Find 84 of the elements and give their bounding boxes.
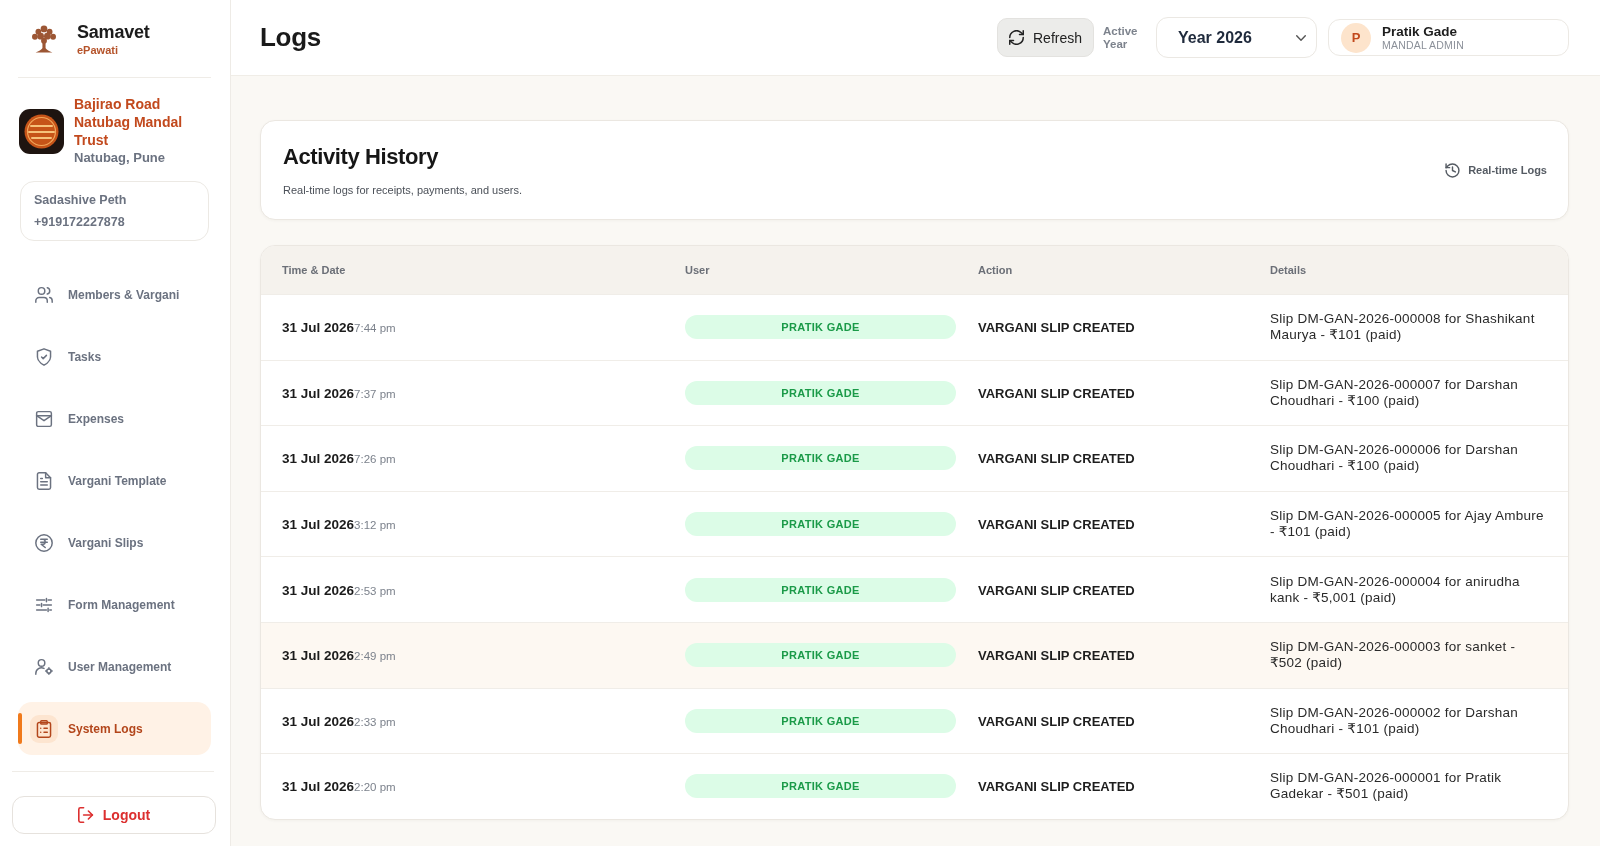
user-tag: PRATIK GADE (685, 380, 956, 405)
details-cell-text: Slip DM-GAN-2026-000007 for Darshan Choudhari - ₹100 (paid) (1270, 376, 1520, 409)
date-text: 31 Jul 2026 (282, 517, 355, 533)
date-text: 31 Jul 2026 (282, 451, 355, 467)
time-text: 7:37 pm (354, 387, 396, 400)
org-location: Natubag, Pune (74, 149, 166, 167)
action-cell: VARGANI SLIP CREATED (978, 320, 1135, 336)
action-cell: VARGANI SLIP CREATED (978, 582, 1135, 598)
user-avatar: P (1341, 22, 1371, 53)
action-cell: VARGANI SLIP CREATED (978, 451, 1135, 467)
column-header: Action (977, 264, 1014, 276)
year-select[interactable]: Year 2026 (1156, 17, 1317, 58)
realtime-logs-label: Real-time Logs (1468, 164, 1547, 176)
sliders-icon (35, 595, 53, 614)
nav-item[interactable]: Members & Vargani (18, 268, 211, 321)
time-text: 2:33 pm (354, 715, 396, 728)
nav-item[interactable]: Form Management (18, 578, 211, 631)
nav-item[interactable]: Vargani Slips (18, 516, 211, 569)
user-gear-icon (35, 657, 53, 676)
details-cell-text: Slip DM-GAN-2026-000006 for Darshan Choudhari - ₹100 (paid) (1270, 442, 1520, 475)
user-name: Pratik Gade (1382, 23, 1459, 39)
time-text: 7:44 pm (354, 322, 396, 335)
refresh-button[interactable]: Refresh (997, 18, 1094, 57)
user-menu[interactable]: P Pratik Gade MANDAL ADMIN (1328, 19, 1569, 56)
nav-item[interactable]: System Logs (18, 702, 211, 755)
details-cell-text: Slip DM-GAN-2026-000008 for Shashikant Maurya - ₹101 (paid) (1270, 311, 1536, 344)
details-cell-text: Slip DM-GAN-2026-000004 for anirudha kank - ₹5,001 (paid) (1270, 573, 1521, 606)
nav-item[interactable]: Tasks (18, 330, 211, 383)
document-icon (35, 471, 53, 490)
tray-icon (35, 409, 53, 428)
brand-name: Samavet (77, 21, 150, 43)
contact-phone: +919172227878 (34, 214, 126, 231)
action-cell: VARGANI SLIP CREATED (978, 385, 1135, 401)
date-text: 31 Jul 2026 (282, 713, 355, 729)
shield-check-icon (35, 347, 53, 366)
contact-area: Sadashive Peth (34, 189, 195, 211)
time-text: 2:49 pm (354, 650, 396, 663)
user-tag: PRATIK GADE (685, 315, 956, 340)
section-subtitle: Real-time logs for receipts, payments, and users. (283, 182, 523, 197)
action-cell: VARGANI SLIP CREATED (978, 648, 1135, 664)
users-icon (35, 285, 53, 304)
date-text: 31 Jul 2026 (282, 582, 355, 598)
column-header: Details (1269, 264, 1308, 276)
date-text: 31 Jul 2026 (282, 779, 355, 795)
date-text: 31 Jul 2026 (282, 648, 355, 664)
details-cell-text: Slip DM-GAN-2026-000005 for Ajay Ambure - ₹101 (paid) (1270, 508, 1545, 541)
user-tag: PRATIK GADE (685, 643, 956, 668)
column-header: Time & Date (281, 264, 347, 276)
brand-tagline: ePawati (77, 43, 119, 57)
time-text: 2:53 pm (354, 584, 396, 597)
user-tag: PRATIK GADE (685, 708, 956, 733)
org-name: Bajirao Road Natubag Mandal Trust (74, 95, 184, 149)
active-year-label: Active Year (1103, 24, 1139, 51)
section-title: Activity History (283, 143, 438, 170)
org-logo (19, 108, 64, 154)
logout-icon (77, 807, 94, 823)
column-header: User (684, 264, 711, 276)
nav-item[interactable]: Expenses (18, 392, 211, 445)
date-text: 31 Jul 2026 (282, 320, 355, 336)
details-cell-text: Slip DM-GAN-2026-000002 for Darshan Choudhari - ₹101 (paid) (1270, 704, 1520, 737)
clipboard-icon (30, 714, 58, 743)
user-tag: PRATIK GADE (685, 774, 956, 799)
user-role: MANDAL ADMIN (1382, 38, 1464, 52)
user-tag: PRATIK GADE (685, 577, 956, 602)
refresh-icon (1009, 30, 1024, 45)
details-cell-text: Slip DM-GAN-2026-000003 for sanket - ₹502 (paid) (1270, 639, 1517, 672)
rupee-coin-icon (35, 533, 53, 552)
date-text: 31 Jul 2026 (282, 385, 355, 401)
tree-logo-icon (32, 25, 56, 53)
user-tag: PRATIK GADE (685, 512, 956, 537)
user-tag: PRATIK GADE (685, 446, 956, 471)
time-text: 3:12 pm (354, 519, 396, 532)
action-cell: VARGANI SLIP CREATED (978, 517, 1135, 533)
time-text: 7:26 pm (354, 453, 396, 466)
action-cell: VARGANI SLIP CREATED (978, 713, 1135, 729)
action-cell: VARGANI SLIP CREATED (978, 779, 1135, 795)
logout-button[interactable]: Logout (12, 796, 216, 834)
nav-item[interactable]: Vargani Template (18, 454, 211, 507)
time-text: 2:20 pm (354, 781, 396, 794)
history-icon (1445, 162, 1461, 178)
chevron-down-icon (1296, 34, 1306, 41)
nav-item[interactable]: User Management (18, 640, 211, 693)
page-title: Logs (260, 22, 321, 53)
details-cell-text: Slip DM-GAN-2026-000001 for Pratik Gadekar - ₹501 (paid) (1270, 770, 1503, 803)
